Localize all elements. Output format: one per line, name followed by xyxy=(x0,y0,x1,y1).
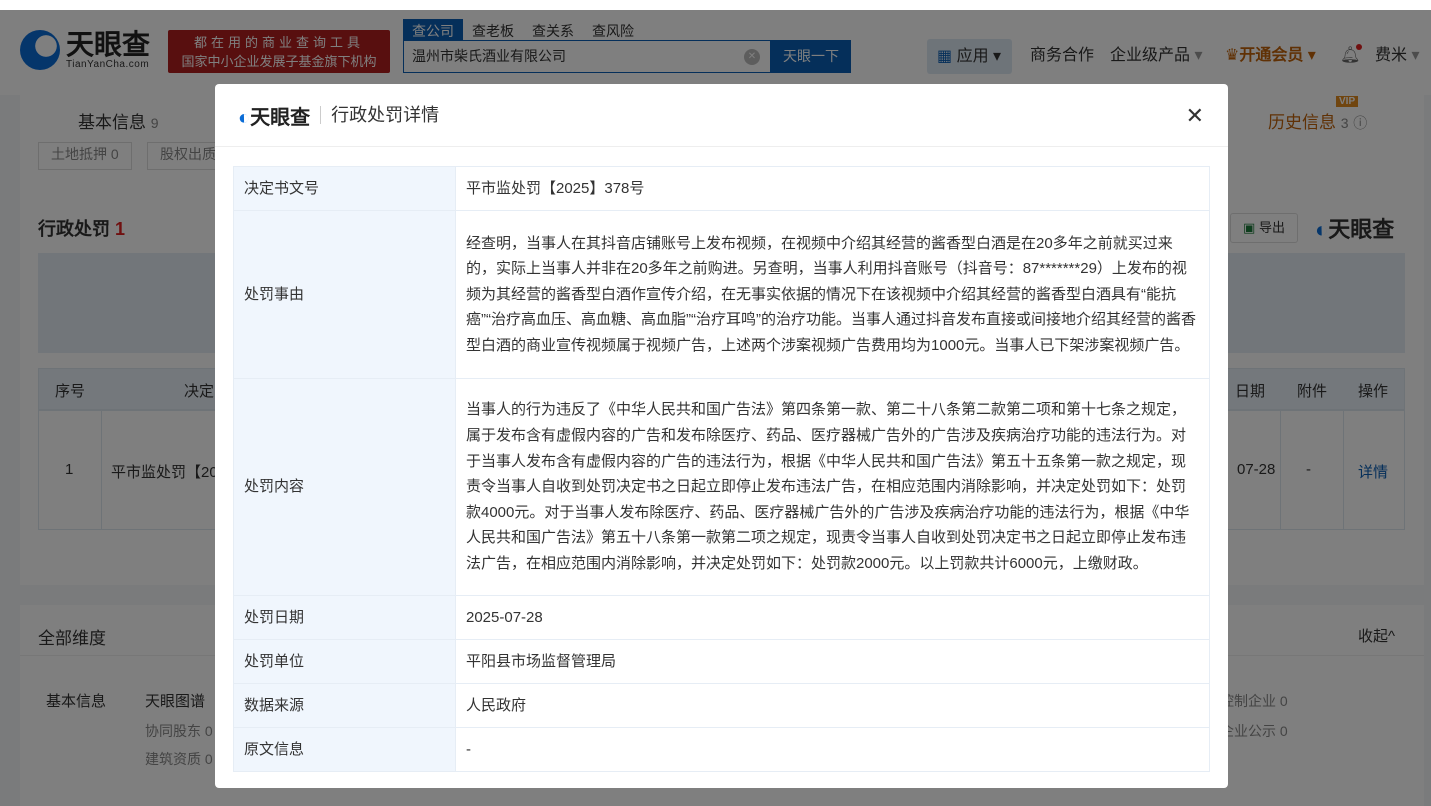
label: 决定书文号 xyxy=(233,166,456,211)
close-icon[interactable]: ✕ xyxy=(1186,103,1204,129)
row-date: 处罚日期 2025-07-28 xyxy=(233,595,1210,640)
value: 经查明，当事人在其抖音店铺账号上发布视频，在视频中介绍其经营的酱香型白酒是在20… xyxy=(455,210,1210,379)
value: 当事人的行为违反了《中华人民共和国广告法》第四条第一款、第二十八条第二款第二项和… xyxy=(455,378,1210,596)
modal-logo-text: 天眼查 xyxy=(250,106,311,129)
label: 原文信息 xyxy=(233,727,456,772)
label: 处罚日期 xyxy=(233,595,456,640)
top-strip xyxy=(0,0,1431,10)
label: 处罚内容 xyxy=(233,378,456,596)
row-content: 处罚内容 当事人的行为违反了《中华人民共和国广告法》第四条第一款、第二十八条第二款… xyxy=(233,378,1210,596)
modal-logo: ◐天眼查 xyxy=(238,101,310,130)
modal-title: 行政处罚详情 xyxy=(320,106,439,124)
label: 处罚事由 xyxy=(233,210,456,379)
value: 平市监处罚【2025】378号 xyxy=(455,166,1210,211)
label: 数据来源 xyxy=(233,683,456,728)
row-authority: 处罚单位 平阳县市场监督管理局 xyxy=(233,639,1210,684)
row-original: 原文信息 - xyxy=(233,727,1210,772)
value: 平阳县市场监督管理局 xyxy=(455,639,1210,684)
label: 处罚单位 xyxy=(233,639,456,684)
value: 2025-07-28 xyxy=(455,595,1210,640)
penalty-detail-modal: ◐天眼查 行政处罚详情 ✕ 决定书文号 平市监处罚【2025】378号 处罚事由经… xyxy=(215,84,1228,788)
detail-table: 决定书文号 平市监处罚【2025】378号 处罚事由 经查明，当事人在其抖音店铺账号… xyxy=(233,166,1210,772)
row-source: 数据来源 人民政府 xyxy=(233,683,1210,728)
row-reason: 处罚事由 经查明，当事人在其抖音店铺账号上发布视频，在视频中介绍其经营的酱香型白酒… xyxy=(233,210,1210,379)
value: - xyxy=(455,727,1210,772)
logo-icon: ◐ xyxy=(238,106,251,129)
row-decision-number: 决定书文号 平市监处罚【2025】378号 xyxy=(233,166,1210,211)
modal-header: ◐天眼查 行政处罚详情 xyxy=(215,84,1228,147)
value: 人民政府 xyxy=(455,683,1210,728)
